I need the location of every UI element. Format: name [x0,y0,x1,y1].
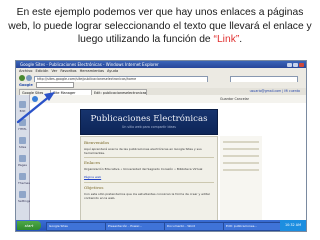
pointer-arrow-icon [16,92,55,124]
